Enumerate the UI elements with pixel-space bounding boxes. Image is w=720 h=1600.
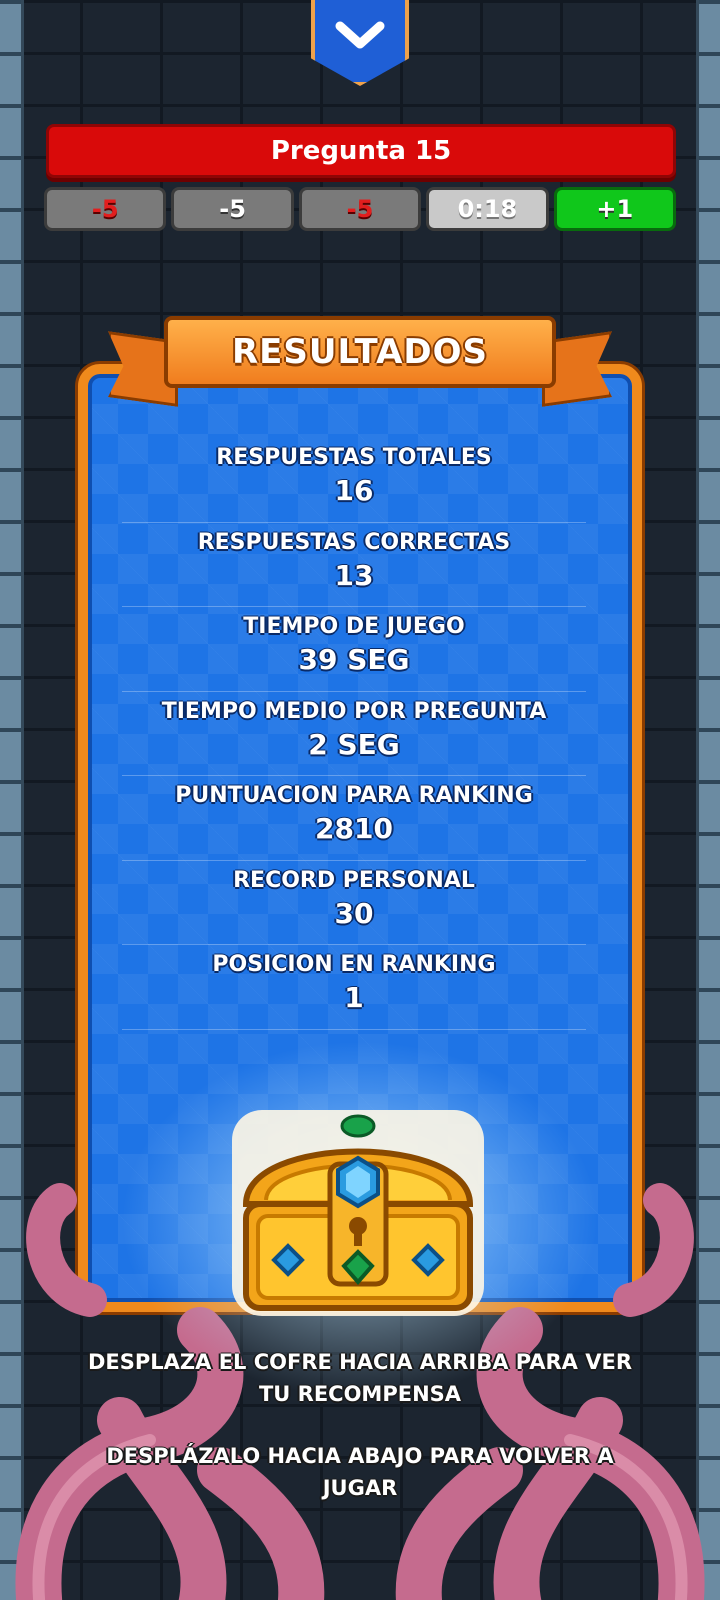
- result-value: 39 SEG: [298, 643, 410, 676]
- result-value: 2 SEG: [308, 727, 400, 761]
- penalty-badge: -5: [171, 187, 294, 231]
- collapse-tab-button[interactable]: [311, 0, 409, 86]
- result-label: TIEMPO MEDIO POR PREGUNTA: [161, 698, 547, 724]
- result-value: 13: [334, 558, 374, 592]
- result-label: RESPUESTAS CORRECTAS: [197, 529, 511, 555]
- instructions: DESPLAZA EL COFRE HACIA ARRIBA PARA VER …: [80, 1346, 640, 1504]
- result-label: POSICION EN RANKING: [212, 952, 496, 977]
- result-row: TIEMPO MEDIO POR PREGUNTA 2 SEG: [122, 692, 586, 776]
- result-label: RESPUESTAS TOTALES: [216, 445, 492, 470]
- result-label: PUNTUACION PARA RANKING: [175, 783, 533, 808]
- result-value: 30: [334, 896, 374, 930]
- result-row: PUNTUACION PARA RANKING 2810: [122, 776, 586, 861]
- results-list: RESPUESTAS TOTALES 16 RESPUESTAS CORRECT…: [122, 438, 586, 1030]
- result-value: 1: [344, 981, 364, 1014]
- swipe-down-hint: DESPLÁZALO HACIA ABAJO PARA VOLVER A JUG…: [106, 1444, 614, 1500]
- result-value: 16: [334, 474, 374, 507]
- penalty-badge: -5: [44, 187, 167, 231]
- result-row: RESPUESTAS CORRECTAS 13: [122, 523, 586, 607]
- result-row: POSICION EN RANKING 1: [122, 945, 586, 1030]
- chevron-down-icon: [335, 21, 385, 49]
- score-bar: -5 -5 -5 0:18 +1: [44, 187, 677, 231]
- timer-badge: 0:18: [426, 187, 549, 231]
- treasure-chest-icon[interactable]: [226, 1104, 490, 1322]
- question-title: Pregunta 15: [46, 124, 676, 178]
- result-row: RECORD PERSONAL 30: [122, 861, 586, 945]
- penalty-badge: -5: [298, 187, 422, 231]
- result-value: 2810: [315, 812, 393, 845]
- result-row: TIEMPO DE JUEGO 39 SEG: [122, 607, 586, 692]
- bonus-badge: +1: [553, 187, 677, 231]
- result-row: RESPUESTAS TOTALES 16: [122, 438, 586, 523]
- result-label: RECORD PERSONAL: [233, 867, 475, 893]
- result-label: TIEMPO DE JUEGO: [243, 614, 465, 639]
- swipe-up-hint: DESPLAZA EL COFRE HACIA ARRIBA PARA VER …: [87, 1350, 632, 1406]
- results-title: RESULTADOS: [164, 316, 556, 388]
